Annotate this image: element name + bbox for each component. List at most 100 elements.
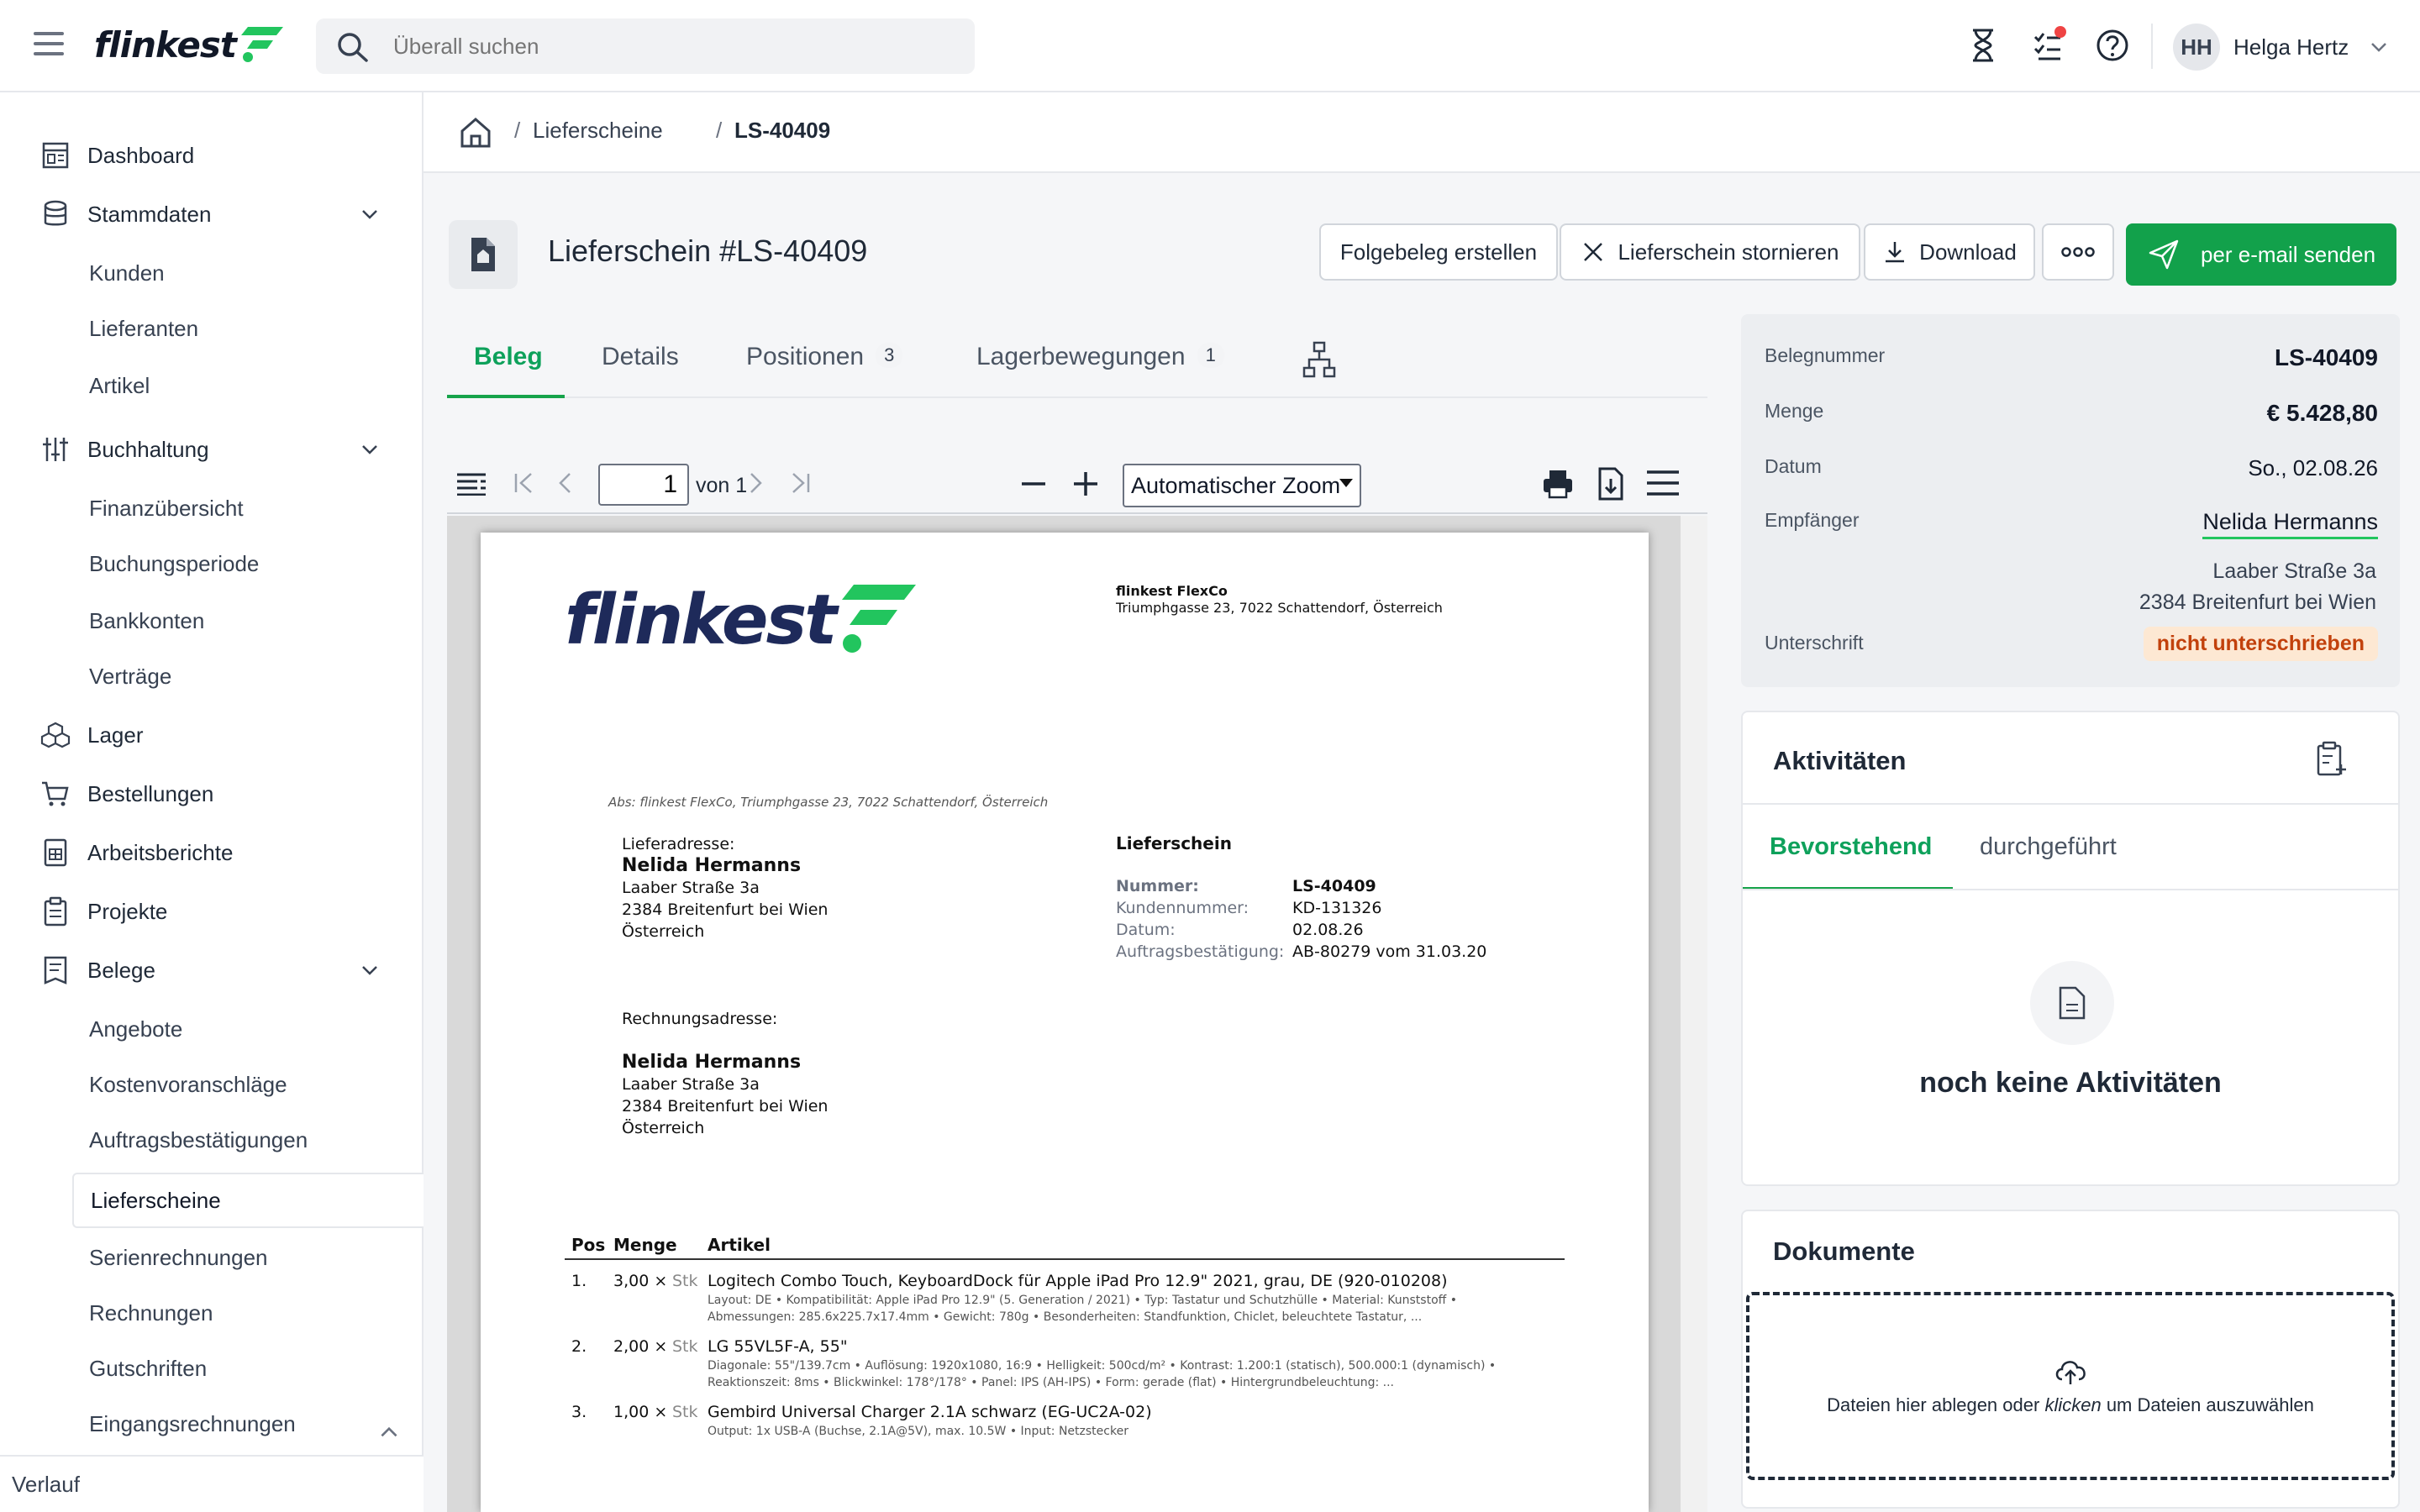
viewer-scrollbar[interactable]	[1681, 516, 1707, 1512]
sidebar-label: Serienrechnungen	[89, 1244, 268, 1270]
tab-label: Beleg	[474, 343, 543, 370]
zoom-out-icon[interactable]	[1020, 470, 1047, 497]
info-label: Unterschrift	[1765, 632, 1864, 654]
button-label: Folgebeleg erstellen	[1339, 239, 1538, 265]
download-icon	[1886, 242, 1905, 263]
sidebar-item-kunden[interactable]: Kunden	[72, 247, 424, 299]
breadcrumb-lieferscheine[interactable]: Lieferscheine	[533, 118, 663, 144]
tools-menu-icon[interactable]	[1645, 469, 1681, 497]
page-title: Lieferschein #LS-40409	[548, 234, 868, 268]
sidebar-item-projekte[interactable]: Projekte	[0, 882, 424, 941]
sidebar-item-finanzuebersicht[interactable]: Finanzübersicht	[72, 482, 424, 534]
history-panel-toggle[interactable]: Verlauf	[0, 1455, 424, 1512]
sidebar-item-stammdaten[interactable]: Stammdaten	[0, 185, 424, 244]
cancel-delivery-note-button[interactable]: Lieferschein stornieren	[1560, 223, 1860, 281]
sidebar-item-rechnungen[interactable]: Rechnungen	[72, 1287, 424, 1339]
help-icon[interactable]	[2094, 25, 2131, 66]
sidebar-toggle-icon[interactable]	[455, 472, 487, 496]
info-value: So., 02.08.26	[2248, 455, 2378, 480]
pdf-viewer-toolbar: von 1 Automatischer Zoom	[447, 450, 1707, 514]
top-bar: flinkest HH Helga Hertz	[0, 0, 2420, 92]
add-activity-icon[interactable]	[2314, 741, 2349, 778]
position-title: Logitech Combo Touch, KeyboardDock für A…	[708, 1272, 1448, 1290]
avatar: HH	[2173, 24, 2220, 71]
tab-beleg[interactable]: Beleg	[474, 343, 543, 371]
sidebar-label: Rechnungen	[89, 1299, 213, 1326]
sidebar-item-buchungsperiode[interactable]: Buchungsperiode	[72, 538, 424, 590]
sidebar-item-gutschriften[interactable]: Gutschriften	[72, 1342, 424, 1394]
chevron-down-icon[interactable]	[358, 202, 381, 226]
sidebar-item-auftragsbestaetigungen[interactable]: Auftragsbestätigungen	[72, 1114, 424, 1166]
sidebar-item-eingangsrechnungen[interactable]: Eingangsrechnungen	[72, 1398, 424, 1450]
sidebar-item-bankkonten[interactable]: Bankkonten	[72, 595, 424, 647]
user-menu[interactable]: HH Helga Hertz	[2173, 24, 2391, 71]
sidebar-item-lieferscheine[interactable]: Lieferscheine	[72, 1173, 424, 1228]
sidebar-label: Angebote	[89, 1016, 183, 1042]
sidebar-label: Belege	[87, 957, 155, 983]
document-type-icon	[449, 220, 518, 289]
send-email-button[interactable]: per e-mail senden	[2126, 223, 2396, 286]
sidebar-item-bestellungen[interactable]: Bestellungen	[0, 764, 424, 823]
previous-page-icon[interactable]	[553, 470, 578, 496]
create-followup-button[interactable]: Folgebeleg erstellen	[1319, 223, 1558, 281]
tasks-icon[interactable]	[2030, 25, 2067, 66]
sidebar-item-lager[interactable]: Lager	[0, 706, 424, 764]
position-description: Reaktionszeit: 8ms • Blickwinkel: 178°/1…	[708, 1376, 1395, 1389]
tab-upcoming[interactable]: Bevorstehend	[1770, 833, 1932, 861]
sidebar-item-serienrechnungen[interactable]: Serienrechnungen	[72, 1231, 424, 1284]
first-page-icon[interactable]	[511, 470, 536, 496]
download-button[interactable]: Download	[1864, 223, 2035, 281]
info-value: LS-40409	[2275, 344, 2378, 370]
hourglass-icon[interactable]	[1965, 25, 2002, 66]
app-logo[interactable]: flinkest	[94, 24, 287, 66]
tab-label: Positionen	[746, 343, 865, 370]
more-actions-button[interactable]	[2042, 223, 2114, 281]
sidebar-item-vertraege[interactable]: Verträge	[72, 650, 424, 702]
chevron-down-icon[interactable]	[358, 958, 381, 982]
logo-mark-icon	[240, 27, 283, 62]
zoom-in-icon[interactable]	[1072, 470, 1099, 497]
dropzone-click-text[interactable]: klicken	[2044, 1394, 2101, 1415]
page-number-input[interactable]	[598, 464, 689, 506]
tab-done[interactable]: durchgeführt	[1980, 833, 2117, 861]
search-input[interactable]	[393, 18, 948, 74]
sidebar-item-arbeitsberichte[interactable]: Arbeitsberichte	[0, 823, 424, 882]
search-bar[interactable]	[316, 18, 975, 74]
info-row-datum: Datum So., 02.08.26	[1765, 455, 2378, 489]
document-type: Lieferschein	[1116, 833, 1232, 853]
sidebar-item-dashboard[interactable]: Dashboard	[0, 126, 424, 185]
chevron-down-icon[interactable]	[358, 438, 381, 461]
position-number: 1.	[571, 1272, 587, 1290]
tab-lagerbewegungen[interactable]: Lagerbewegungen 1	[976, 343, 1224, 371]
last-page-icon[interactable]	[788, 470, 813, 496]
meta-value: 02.08.26	[1292, 921, 1364, 939]
sidebar-item-angebote[interactable]: Angebote	[72, 1003, 424, 1055]
chevron-up-icon[interactable]	[376, 1420, 402, 1445]
sidebar-item-buchhaltung[interactable]: Buchhaltung	[0, 420, 424, 479]
hierarchy-icon[interactable]	[1301, 339, 1338, 380]
document-meta: Nummer: Kundennummer: Datum: Auftragsbes…	[1116, 875, 1284, 963]
page-count: von 1	[696, 474, 748, 497]
sidebar-item-kostenvoranschlaege[interactable]: Kostenvoranschläge	[72, 1058, 424, 1110]
sidebar: Dashboard Stammdaten Kunden Lieferanten …	[0, 92, 424, 1512]
zoom-select[interactable]: Automatischer Zoom	[1123, 464, 1361, 507]
file-dropzone[interactable]: Dateien hier ablegen oder klicken um Dat…	[1746, 1292, 2395, 1480]
next-page-icon[interactable]	[743, 470, 768, 496]
document-tabs: Beleg Details Positionen 3 Lagerbewegunge…	[447, 328, 1707, 398]
recipient-link[interactable]: Nelida Hermanns	[2202, 509, 2378, 539]
home-icon[interactable]	[457, 114, 494, 151]
save-document-icon[interactable]	[1597, 467, 1625, 501]
report-icon	[44, 838, 67, 867]
tab-positionen[interactable]: Positionen 3	[746, 343, 903, 371]
sidebar-item-artikel[interactable]: Artikel	[72, 360, 424, 412]
sidebar-item-lieferanten[interactable]: Lieferanten	[72, 302, 424, 354]
menu-icon[interactable]	[34, 32, 64, 59]
delivery-label: Lieferadresse:	[622, 835, 735, 853]
empty-state-text: noch keine Aktivitäten	[1919, 1067, 2222, 1099]
tab-details[interactable]: Details	[602, 343, 679, 371]
column-header: Menge	[613, 1235, 677, 1255]
info-row-menge: Menge € 5.428,80	[1765, 400, 2378, 433]
history-label: Verlauf	[12, 1471, 80, 1497]
print-icon[interactable]	[1541, 467, 1575, 501]
sidebar-item-belege[interactable]: Belege	[0, 941, 424, 1000]
